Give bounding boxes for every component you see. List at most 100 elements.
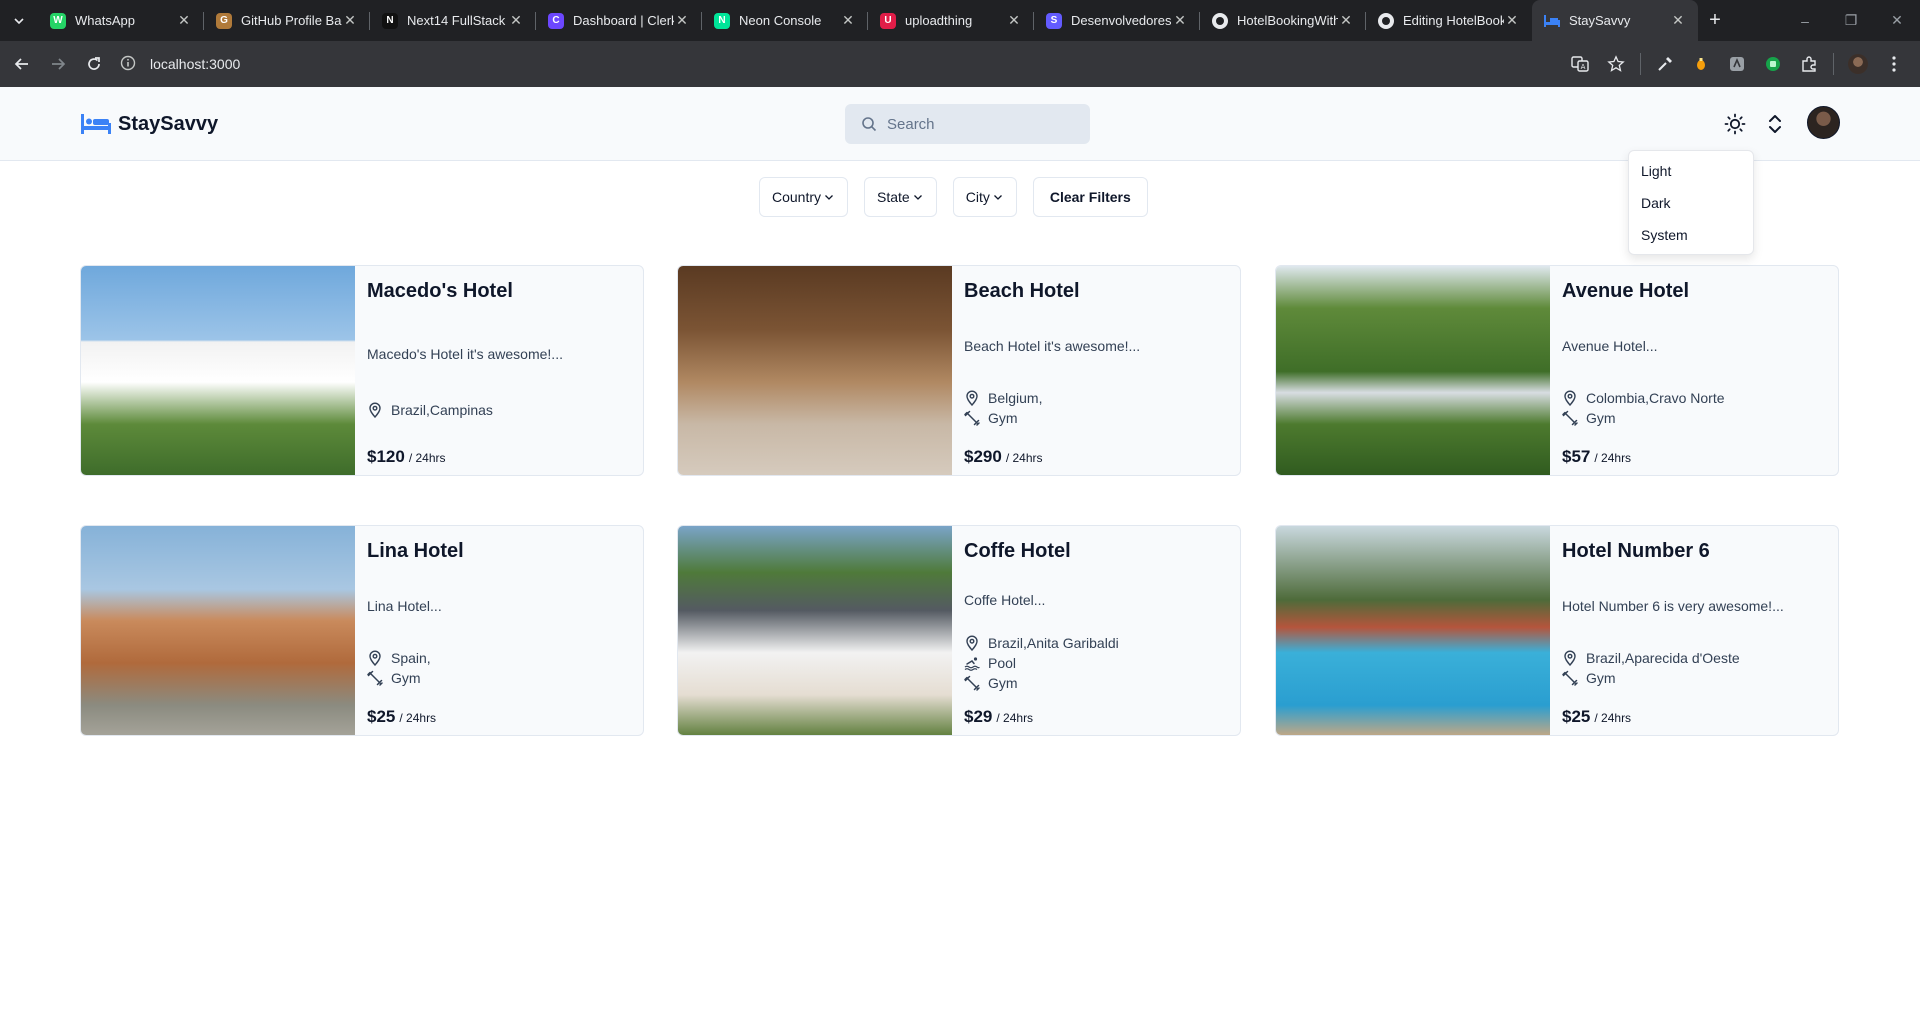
browser-tab[interactable]: HotelBookingWith ✕ bbox=[1200, 0, 1366, 41]
expand-collapse-button[interactable] bbox=[1759, 108, 1791, 140]
tab-title: Desenvolvedores bbox=[1071, 13, 1172, 28]
theme-option-system[interactable]: System bbox=[1629, 219, 1753, 251]
hotel-photo[interactable] bbox=[678, 266, 952, 475]
hotel-name[interactable]: Macedo's Hotel bbox=[367, 280, 513, 303]
filter-bar: Country State City Clear Filters bbox=[759, 177, 1148, 217]
close-window-icon[interactable]: ✕ bbox=[1874, 0, 1920, 41]
hotel-card-body: Beach Hotel Beach Hotel it's awesome!... B… bbox=[964, 266, 1230, 475]
hotel-card[interactable]: Hotel Number 6 Hotel Number 6 is very awe… bbox=[1275, 525, 1839, 736]
dumbbell-icon bbox=[964, 675, 980, 691]
whatsapp-icon: W bbox=[50, 12, 66, 29]
pool-icon bbox=[964, 655, 980, 671]
tab-title: HotelBookingWith bbox=[1237, 13, 1338, 28]
hotel-photo[interactable] bbox=[678, 526, 952, 735]
browser-tab[interactable]: Editing HotelBook ✕ bbox=[1366, 0, 1532, 41]
svg-text:A: A bbox=[1581, 63, 1586, 71]
hotel-amenity: Gym bbox=[964, 408, 1018, 428]
chevron-down-icon bbox=[825, 195, 833, 200]
reload-button[interactable] bbox=[76, 46, 112, 82]
hotel-card-body: Coffe Hotel Coffe Hotel... Brazil,Anita Ga… bbox=[964, 526, 1230, 735]
close-tab-icon[interactable]: ✕ bbox=[508, 12, 524, 29]
hotel-photo[interactable] bbox=[81, 266, 355, 475]
brand-name: StaySavvy bbox=[118, 112, 219, 135]
close-tab-icon[interactable]: ✕ bbox=[674, 12, 690, 29]
hotel-photo[interactable] bbox=[1276, 526, 1550, 735]
back-button[interactable] bbox=[4, 46, 40, 82]
hotel-location-text: Colombia,Cravo Norte bbox=[1586, 390, 1725, 406]
hotel-price-value: $57 bbox=[1562, 447, 1591, 466]
country-filter[interactable]: Country bbox=[759, 177, 849, 217]
browser-tab[interactable]: G GitHub Profile Bac ✕ bbox=[204, 0, 370, 41]
extension-gray-icon[interactable] bbox=[1725, 52, 1749, 76]
search-box[interactable] bbox=[845, 104, 1090, 144]
close-tab-icon[interactable]: ✕ bbox=[840, 12, 856, 29]
city-filter[interactable]: City bbox=[952, 177, 1017, 217]
hotel-location: Brazil,Anita Garibaldi bbox=[964, 633, 1119, 653]
hotel-photo[interactable] bbox=[1276, 266, 1550, 475]
theme-option-light[interactable]: Light bbox=[1629, 155, 1753, 187]
hotel-card[interactable]: Coffe Hotel Coffe Hotel... Brazil,Anita Ga… bbox=[677, 525, 1241, 736]
stripe-icon: S bbox=[1046, 12, 1062, 29]
close-tab-icon[interactable]: ✕ bbox=[176, 12, 192, 29]
site-info-icon[interactable] bbox=[120, 55, 136, 74]
hotel-amenity: Gym bbox=[964, 673, 1018, 693]
hotel-card[interactable]: Macedo's Hotel Macedo's Hotel it's awesom… bbox=[80, 265, 644, 476]
theme-toggle-button[interactable] bbox=[1719, 108, 1751, 140]
hotel-photo[interactable] bbox=[81, 526, 355, 735]
browser-menu-icon[interactable] bbox=[1882, 52, 1906, 76]
browser-tab[interactable]: StaySavvy ✕ bbox=[1532, 0, 1698, 41]
hotel-name[interactable]: Lina Hotel bbox=[367, 540, 464, 563]
toolbar-divider bbox=[1833, 53, 1834, 75]
hotel-card[interactable]: Avenue Hotel Avenue Hotel... Colombia,Crav… bbox=[1275, 265, 1839, 476]
browser-tab[interactable]: N Neon Console ✕ bbox=[702, 0, 868, 41]
hotel-location: Brazil,Campinas bbox=[367, 400, 493, 420]
close-tab-icon[interactable]: ✕ bbox=[1172, 12, 1188, 29]
close-tab-icon[interactable]: ✕ bbox=[1670, 12, 1686, 29]
hotel-price-value: $29 bbox=[964, 707, 993, 726]
hotel-name[interactable]: Avenue Hotel bbox=[1562, 280, 1689, 303]
browser-extensions: A bbox=[1568, 41, 1906, 87]
theme-option-dark[interactable]: Dark bbox=[1629, 187, 1753, 219]
close-tab-icon[interactable]: ✕ bbox=[1504, 12, 1520, 29]
clear-filters-button[interactable]: Clear Filters bbox=[1032, 177, 1148, 217]
map-pin-icon bbox=[964, 390, 980, 406]
extension-green-icon[interactable] bbox=[1761, 52, 1785, 76]
eyedropper-icon[interactable] bbox=[1653, 52, 1677, 76]
sun-icon bbox=[1724, 113, 1746, 135]
hotel-amenity: Pool bbox=[964, 653, 1016, 673]
close-tab-icon[interactable]: ✕ bbox=[342, 12, 358, 29]
browser-tab[interactable]: W WhatsApp ✕ bbox=[38, 0, 204, 41]
extensions-puzzle-icon[interactable] bbox=[1797, 52, 1821, 76]
minimize-icon[interactable]: – bbox=[1782, 0, 1828, 41]
forward-button[interactable] bbox=[40, 46, 76, 82]
translate-icon[interactable]: A bbox=[1568, 52, 1592, 76]
state-filter[interactable]: State bbox=[864, 177, 937, 217]
new-tab-button[interactable]: + bbox=[1698, 0, 1732, 41]
hotel-name[interactable]: Hotel Number 6 bbox=[1562, 540, 1710, 563]
hotel-name[interactable]: Coffe Hotel bbox=[964, 540, 1071, 563]
user-avatar[interactable] bbox=[1807, 106, 1840, 139]
browser-tab[interactable]: S Desenvolvedores ✕ bbox=[1034, 0, 1200, 41]
country-filter-label: Country bbox=[772, 189, 822, 205]
close-tab-icon[interactable]: ✕ bbox=[1006, 12, 1022, 29]
browser-tab[interactable]: N Next14 FullStack I ✕ bbox=[370, 0, 536, 41]
chevron-down-icon bbox=[913, 195, 922, 200]
hotel-card[interactable]: Beach Hotel Beach Hotel it's awesome!... B… bbox=[677, 265, 1241, 476]
address-field[interactable]: localhost:3000 bbox=[120, 55, 240, 74]
close-tab-icon[interactable]: ✕ bbox=[1338, 12, 1354, 29]
brand-logo[interactable]: StaySavvy bbox=[80, 87, 218, 161]
profile-avatar-icon[interactable] bbox=[1846, 52, 1870, 76]
restore-icon[interactable]: ❐ bbox=[1828, 0, 1874, 41]
toolbar-divider bbox=[1640, 53, 1641, 75]
tab-search-button[interactable] bbox=[0, 0, 38, 41]
hotel-location-text: Brazil,Anita Garibaldi bbox=[988, 635, 1119, 651]
hotel-name[interactable]: Beach Hotel bbox=[964, 280, 1080, 303]
extension-orange-icon[interactable] bbox=[1689, 52, 1713, 76]
search-input[interactable] bbox=[887, 115, 1077, 133]
browser-tab[interactable]: C Dashboard | Clerk ✕ bbox=[536, 0, 702, 41]
hotel-location: Brazil,Aparecida d'Oeste bbox=[1562, 648, 1740, 668]
hotel-card[interactable]: Lina Hotel Lina Hotel... Spain, Gym $25/ 24h… bbox=[80, 525, 644, 736]
browser-tab[interactable]: Uuploadthing ✕ bbox=[868, 0, 1034, 41]
hotel-description: Avenue Hotel... bbox=[1562, 338, 1658, 354]
bookmark-star-icon[interactable] bbox=[1604, 52, 1628, 76]
